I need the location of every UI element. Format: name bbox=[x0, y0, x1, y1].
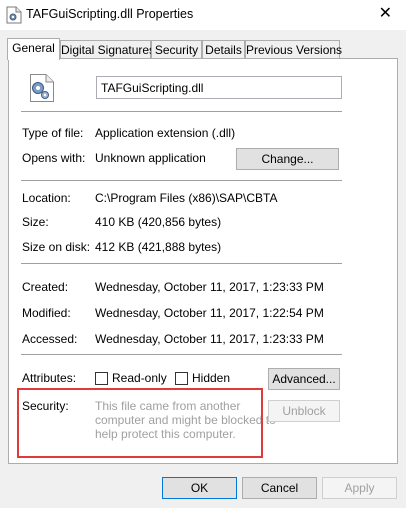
created-value: Wednesday, October 11, 2017, 1:23:33 PM bbox=[95, 280, 324, 294]
separator bbox=[21, 354, 342, 355]
size-on-disk-label: Size on disk: bbox=[22, 240, 91, 254]
file-type-icon bbox=[29, 73, 55, 106]
separator bbox=[21, 180, 342, 181]
hidden-checkbox[interactable] bbox=[175, 372, 188, 385]
file-name-input[interactable] bbox=[96, 76, 342, 99]
tab-digital-signatures[interactable]: Digital Signatures bbox=[60, 40, 155, 59]
change-button[interactable]: Change... bbox=[236, 148, 339, 170]
type-of-file-value: Application extension (.dll) bbox=[95, 126, 236, 140]
close-icon[interactable]: ✕ bbox=[379, 3, 392, 23]
location-label: Location: bbox=[22, 191, 71, 205]
location-value: C:\Program Files (x86)\SAP\CBTA bbox=[95, 191, 278, 205]
tab-general[interactable]: General bbox=[7, 38, 60, 60]
properties-window: TAFGuiScripting.dll Properties ✕ General… bbox=[0, 0, 406, 508]
attributes-label: Attributes: bbox=[22, 371, 77, 385]
modified-value: Wednesday, October 11, 2017, 1:22:54 PM bbox=[95, 306, 324, 320]
created-label: Created: bbox=[22, 280, 69, 294]
opens-with-label: Opens with: bbox=[22, 151, 86, 165]
separator bbox=[21, 263, 342, 264]
accessed-label: Accessed: bbox=[22, 332, 78, 346]
size-on-disk-value: 412 KB (421,888 bytes) bbox=[95, 240, 222, 254]
apply-button[interactable]: Apply bbox=[322, 477, 397, 499]
advanced-button[interactable]: Advanced... bbox=[268, 368, 340, 390]
unblock-button[interactable]: Unblock bbox=[268, 400, 340, 422]
type-of-file-label: Type of file: bbox=[22, 126, 84, 140]
tab-security[interactable]: Security bbox=[151, 40, 202, 59]
separator bbox=[21, 111, 342, 112]
size-label: Size: bbox=[22, 215, 49, 229]
readonly-checkbox[interactable] bbox=[95, 372, 108, 385]
size-value: 410 KB (420,856 bytes) bbox=[95, 215, 222, 229]
tab-previous-versions[interactable]: Previous Versions bbox=[245, 40, 342, 59]
window-title: TAFGuiScripting.dll Properties bbox=[26, 7, 194, 21]
dll-file-icon bbox=[6, 6, 22, 24]
cancel-button[interactable]: Cancel bbox=[242, 477, 317, 499]
tab-details[interactable]: Details bbox=[202, 40, 245, 59]
modified-label: Modified: bbox=[22, 306, 71, 320]
ok-button[interactable]: OK bbox=[162, 477, 237, 499]
tab-strip: General Digital Signatures Security Deta… bbox=[7, 38, 399, 60]
title-bar[interactable]: TAFGuiScripting.dll Properties ✕ bbox=[0, 0, 406, 30]
hidden-label[interactable]: Hidden bbox=[192, 371, 230, 385]
security-highlight-box bbox=[17, 388, 263, 458]
opens-with-value: Unknown application bbox=[95, 151, 206, 165]
readonly-label[interactable]: Read-only bbox=[112, 371, 167, 385]
accessed-value: Wednesday, October 11, 2017, 1:23:33 PM bbox=[95, 332, 324, 346]
